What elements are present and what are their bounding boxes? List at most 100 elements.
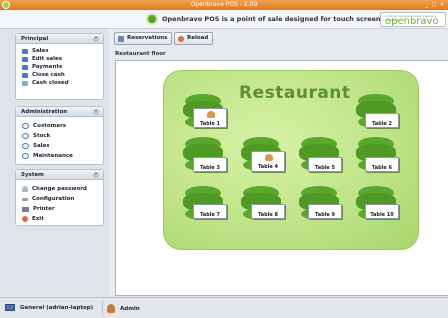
table-label: Table 3 bbox=[199, 165, 221, 171]
table-label: Table 5 bbox=[314, 165, 336, 171]
cash-closed-icon bbox=[22, 80, 28, 86]
sidebar-item-exit[interactable]: Exit bbox=[22, 214, 103, 224]
table-1-button[interactable]: Table 1 bbox=[193, 108, 227, 128]
occupied-icon bbox=[207, 111, 215, 118]
sidebar-item-label: Payments bbox=[32, 64, 63, 70]
close-cash-icon bbox=[22, 72, 28, 78]
sidebar-item-printer[interactable]: Printer bbox=[22, 204, 103, 214]
sidebar-item-change-password[interactable]: Change password bbox=[22, 184, 103, 194]
computer-icon bbox=[5, 304, 15, 311]
floor-frame: Restaurant Table 1 Table 2 Table 3 Table… bbox=[115, 60, 448, 296]
sidebar-item-cash-closed[interactable]: Cash closed bbox=[22, 79, 103, 87]
brand-name: openbravo bbox=[385, 16, 439, 27]
openbravo-logo-icon bbox=[146, 13, 158, 25]
occupied-icon bbox=[265, 154, 273, 161]
stock-icon bbox=[22, 133, 29, 139]
sidebar-item-label: Edit sales bbox=[32, 56, 62, 62]
floor-label: Restaurant floor bbox=[115, 51, 166, 57]
payments-icon bbox=[22, 64, 28, 70]
maintenance-icon bbox=[22, 153, 29, 159]
group-header[interactable]: Principal ^ bbox=[16, 34, 103, 44]
table-label: Table 7 bbox=[199, 212, 221, 218]
group-system: System ^ Change password Configuration P… bbox=[15, 169, 104, 226]
sidebar-item-edit-sales[interactable]: Edit sales bbox=[22, 55, 103, 63]
table-4-button[interactable]: Table 4 bbox=[251, 151, 285, 172]
window-title: Openbravo POS - 2.00 bbox=[190, 1, 258, 8]
sidebar: Principal ^ Sales Edit sales Payments Cl… bbox=[0, 29, 109, 297]
banner: Openbravo POS is a point of sale designe… bbox=[0, 10, 448, 29]
sales-report-icon bbox=[22, 143, 29, 149]
reservations-label: Reservations bbox=[127, 35, 168, 41]
table-10-button[interactable]: Table 10 bbox=[365, 204, 399, 219]
divider bbox=[102, 301, 103, 315]
group-principal: Principal ^ Sales Edit sales Payments Cl… bbox=[15, 33, 104, 100]
table-label: Table 6 bbox=[371, 165, 393, 171]
table-8-button[interactable]: Table 8 bbox=[251, 204, 285, 219]
table-label: Table 10 bbox=[370, 212, 394, 218]
reload-label: Reload bbox=[187, 35, 209, 41]
user-label: Admin bbox=[120, 305, 140, 312]
table-label: Table 8 bbox=[257, 212, 279, 218]
collapse-icon[interactable]: ^ bbox=[93, 172, 99, 178]
sidebar-item-label: Configuration bbox=[32, 196, 75, 202]
group-header[interactable]: Administration ^ bbox=[16, 107, 103, 117]
sales-icon bbox=[22, 48, 28, 54]
group-title: Administration bbox=[21, 109, 68, 115]
group-title: Principal bbox=[21, 36, 49, 42]
table-9-button[interactable]: Table 9 bbox=[308, 204, 342, 219]
sidebar-item-customers[interactable]: Customers bbox=[22, 121, 103, 131]
reservations-button[interactable]: Reservations bbox=[114, 32, 173, 45]
floor-title: Restaurant bbox=[239, 83, 351, 103]
table-label: Table 9 bbox=[314, 212, 336, 218]
edit-sales-icon bbox=[22, 56, 28, 62]
collapse-icon[interactable]: ^ bbox=[93, 36, 99, 42]
table-5-button[interactable]: Table 5 bbox=[308, 157, 342, 172]
table-label: Table 1 bbox=[199, 121, 221, 127]
configuration-icon bbox=[22, 197, 28, 201]
collapse-icon[interactable]: ^ bbox=[93, 109, 99, 115]
status-user: Admin bbox=[107, 304, 140, 313]
sidebar-item-sales[interactable]: Sales bbox=[22, 47, 103, 55]
sidebar-item-payments[interactable]: Payments bbox=[22, 63, 103, 71]
sidebar-item-label: Sales bbox=[33, 143, 50, 149]
reload-button[interactable]: Reload bbox=[174, 32, 214, 45]
table-label: Table 2 bbox=[371, 121, 393, 127]
main-area: Reservations Reload Restaurant floor Res… bbox=[110, 29, 448, 297]
restaurant-floor: Restaurant Table 1 Table 2 Table 3 Table… bbox=[163, 70, 419, 250]
app-icon bbox=[2, 1, 10, 9]
group-header[interactable]: System ^ bbox=[16, 170, 103, 180]
sidebar-item-label: Stock bbox=[33, 133, 51, 139]
sidebar-item-label: Sales bbox=[32, 48, 49, 54]
window-controls[interactable]: _ □ × bbox=[425, 0, 445, 10]
group-administration: Administration ^ Customers Stock Sales M… bbox=[15, 106, 104, 165]
sidebar-item-label: Customers bbox=[33, 123, 67, 129]
table-label: Table 4 bbox=[257, 164, 279, 170]
sidebar-item-label: Change password bbox=[32, 186, 87, 192]
table-6-button[interactable]: Table 6 bbox=[365, 157, 399, 172]
status-host: General (adrian-laptop) bbox=[5, 304, 93, 311]
sidebar-item-configuration[interactable]: Configuration bbox=[22, 194, 103, 204]
sidebar-item-close-cash[interactable]: Close cash bbox=[22, 71, 103, 79]
calendar-icon bbox=[118, 35, 124, 42]
user-icon bbox=[107, 304, 115, 313]
brand-logo: commercial open source business solution… bbox=[380, 12, 446, 27]
sidebar-item-label: Printer bbox=[33, 206, 55, 212]
sidebar-item-label: Maintenance bbox=[33, 153, 73, 159]
sidebar-item-stock[interactable]: Stock bbox=[22, 131, 103, 141]
customers-icon bbox=[22, 123, 29, 129]
reload-icon bbox=[178, 35, 184, 42]
sidebar-item-sales-admin[interactable]: Sales bbox=[22, 141, 103, 151]
banner-text: Openbravo POS is a point of sale designe… bbox=[162, 15, 387, 23]
table-3-button[interactable]: Table 3 bbox=[193, 157, 227, 172]
host-label: General (adrian-laptop) bbox=[20, 304, 94, 311]
status-bar: General (adrian-laptop) Admin bbox=[0, 297, 448, 318]
exit-icon bbox=[22, 216, 28, 222]
window-title-bar: Openbravo POS - 2.00 _ □ × bbox=[0, 0, 448, 10]
table-2-button[interactable]: Table 2 bbox=[365, 113, 399, 128]
sidebar-item-maintenance[interactable]: Maintenance bbox=[22, 151, 103, 161]
table-7-button[interactable]: Table 7 bbox=[193, 204, 227, 219]
group-title: System bbox=[21, 172, 44, 178]
change-password-icon bbox=[22, 186, 28, 192]
sidebar-item-label: Exit bbox=[32, 216, 44, 222]
sidebar-item-label: Close cash bbox=[32, 72, 65, 78]
